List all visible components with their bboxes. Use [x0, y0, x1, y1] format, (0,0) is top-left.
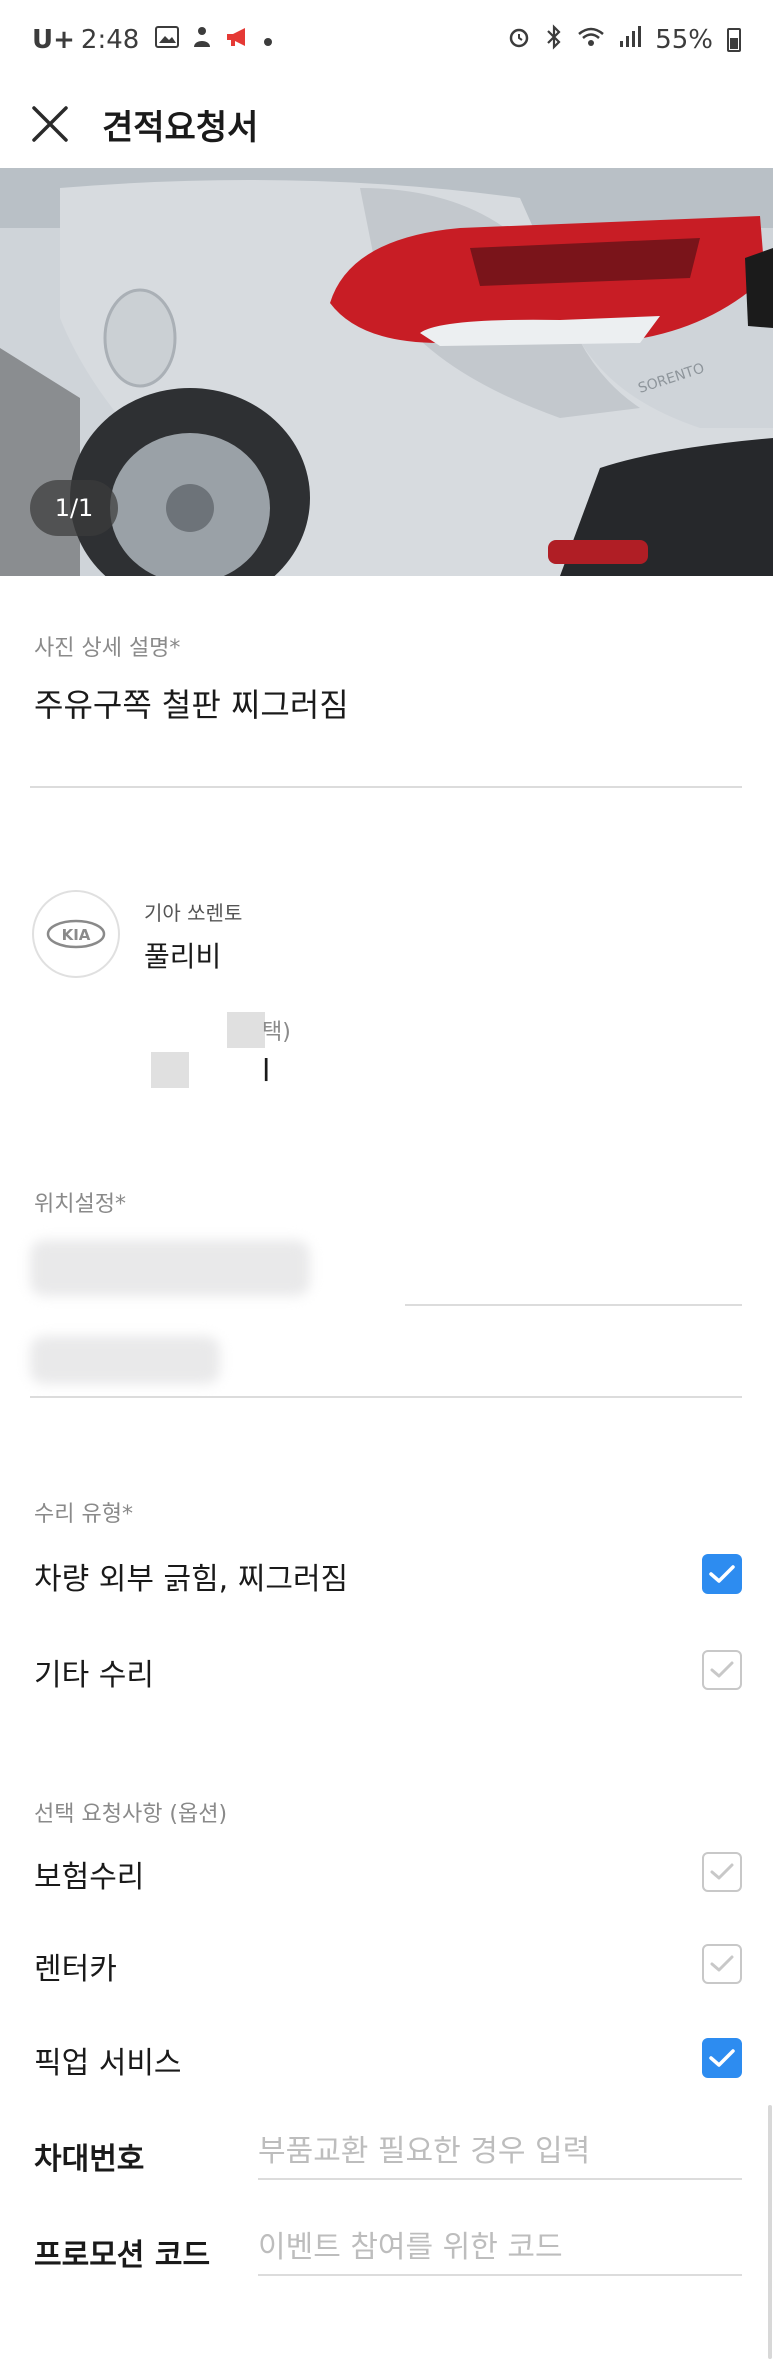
kia-logo-icon: KIA	[46, 919, 106, 949]
redacted-block	[227, 1012, 265, 1048]
check-icon	[709, 1565, 735, 1583]
clock: 2:48	[80, 25, 140, 55]
damage-photo[interactable]: SORENTO 1/1	[0, 168, 773, 576]
repair-option-exterior-checkbox[interactable]	[702, 1554, 742, 1594]
more-notifications-dot-icon	[263, 28, 273, 53]
partial-input-cursor[interactable]: l	[262, 1054, 270, 1089]
vehicle-trim[interactable]: 풀리비	[144, 935, 221, 975]
vin-input[interactable]	[258, 2124, 742, 2180]
alarm-icon	[507, 25, 531, 56]
brand-logo-text: KIA	[62, 926, 91, 944]
extra-option-rental-checkbox[interactable]	[702, 1944, 742, 1984]
extra-option-rental-label: 렌터카	[34, 1952, 117, 1987]
gallery-icon	[155, 26, 180, 54]
extra-option-pickup-label: 픽업 서비스	[34, 2046, 182, 2081]
status-bar: U+ 2:48 55%	[0, 0, 773, 80]
check-icon	[709, 2049, 735, 2067]
description-input[interactable]: 주유구쪽 철판 찌그러짐	[34, 680, 349, 726]
repair-option-other-label: 기타 수리	[34, 1658, 154, 1693]
app-notification-icon	[191, 25, 213, 55]
quote-request-screen: U+ 2:48 55% 견적요청서 SORENTO 1/1 사진 상세 설명* …	[0, 0, 773, 2359]
repair-option-other-checkbox[interactable]	[702, 1650, 742, 1690]
promo-code-input[interactable]	[258, 2220, 742, 2276]
photo-counter: 1/1	[30, 480, 118, 536]
extra-option-insurance-label: 보험수리	[34, 1860, 145, 1895]
vehicle-brand-model: 기아 쏘렌토	[144, 901, 243, 925]
location-label: 위치설정*	[34, 1192, 126, 1217]
close-icon	[32, 106, 68, 142]
vin-label: 차대번호	[34, 2142, 145, 2177]
description-label: 사진 상세 설명*	[34, 636, 181, 661]
address-detail-blurred[interactable]	[30, 1336, 220, 1384]
carrier-label: U+	[32, 25, 75, 55]
partial-label: 택)	[262, 1020, 291, 1045]
close-button[interactable]	[6, 80, 94, 168]
redacted-block	[151, 1052, 189, 1088]
repair-option-exterior-label: 차량 외부 긁힘, 찌그러짐	[34, 1562, 349, 1597]
address-detail-divider	[30, 1396, 742, 1398]
extra-option-insurance-checkbox[interactable]	[702, 1852, 742, 1892]
brand-logo: KIA	[32, 890, 120, 978]
battery-icon	[727, 28, 741, 52]
check-icon	[710, 1955, 734, 1972]
extras-label: 선택 요청사항 (옵션)	[34, 1802, 228, 1827]
signal-icon	[619, 25, 642, 55]
scrollbar[interactable]	[768, 2105, 772, 2359]
battery-percent: 55%	[655, 25, 713, 55]
address-divider	[405, 1304, 742, 1306]
system-icons: 55%	[507, 23, 741, 57]
megaphone-icon	[225, 26, 251, 54]
description-divider	[30, 786, 742, 788]
check-icon	[710, 1661, 734, 1678]
promo-code-label: 프로모션 코드	[34, 2238, 211, 2273]
extra-option-pickup-checkbox[interactable]	[702, 2038, 742, 2078]
page-title: 견적요청서	[102, 107, 259, 148]
bluetooth-icon	[545, 23, 563, 57]
check-icon	[710, 1863, 734, 1880]
repair-type-label: 수리 유형*	[34, 1502, 133, 1527]
wifi-icon	[577, 25, 605, 55]
address-blurred[interactable]	[30, 1240, 310, 1296]
app-header: 견적요청서	[0, 80, 773, 168]
